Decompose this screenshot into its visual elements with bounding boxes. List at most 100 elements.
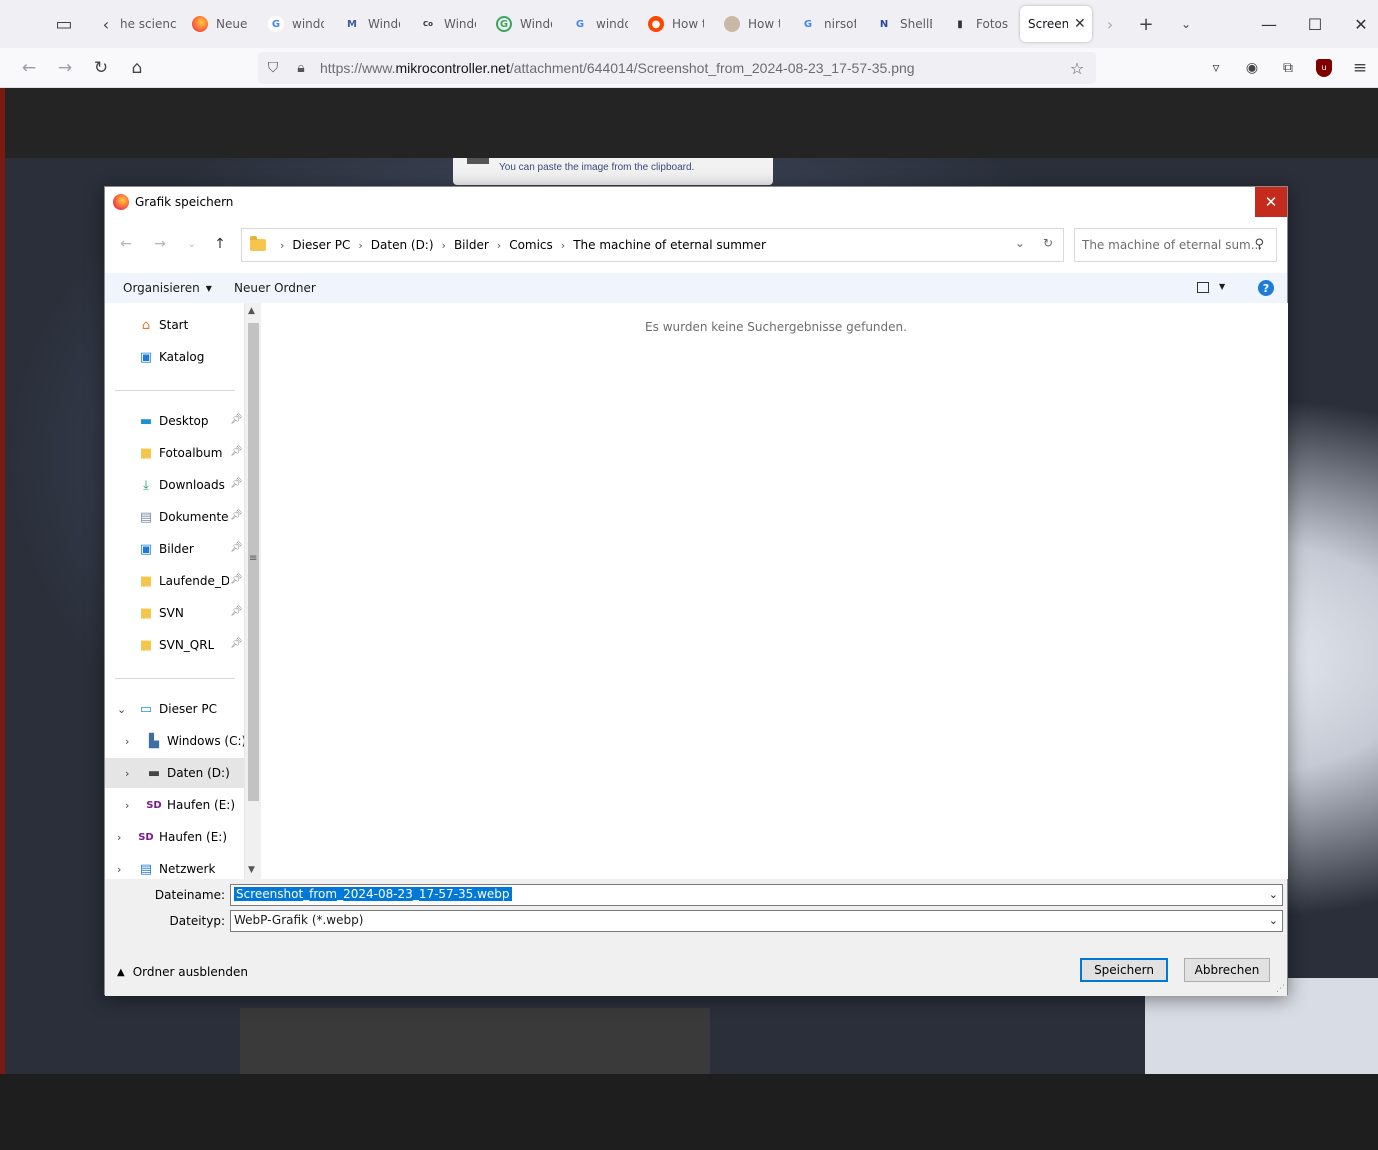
chevron-right-icon[interactable]: › <box>117 863 121 876</box>
recent-locations-icon[interactable]: ⌄ <box>181 233 203 255</box>
nav-item-svn[interactable]: ■ SVN 📌︎ <box>105 598 244 628</box>
nav-item-daten-d[interactable]: › ▬ Daten (D:) <box>105 758 244 788</box>
chevron-right-icon[interactable]: › <box>280 239 284 252</box>
new-tab-icon[interactable]: + <box>1132 10 1160 38</box>
account-icon[interactable]: ◉ <box>1238 54 1266 82</box>
browser-tab[interactable]: ● How t <box>642 6 704 42</box>
window-close-icon[interactable]: ✕ <box>1338 0 1378 48</box>
chevron-right-icon[interactable]: › <box>125 799 129 812</box>
pin-icon: 📌︎ <box>230 606 243 617</box>
nav-item-bilder[interactable]: ▣ Bilder 📌︎ <box>105 534 244 564</box>
firefox-view-icon[interactable]: ▭ <box>50 10 78 38</box>
nav-item-dieser-pc[interactable]: ⌄ ▭ Dieser PC <box>105 694 244 724</box>
nav-item-start[interactable]: ⌂ Start <box>105 310 244 340</box>
browser-tab[interactable]: he scienc <box>114 6 176 42</box>
caret-down-icon[interactable]: ▼ <box>1219 282 1225 291</box>
chevron-right-icon[interactable]: › <box>497 239 501 252</box>
browser-tab[interactable]: Co Windo <box>414 6 476 42</box>
file-list[interactable]: Es wurden keine Suchergebnisse gefunden. <box>261 303 1288 879</box>
lock-icon[interactable]: 🔒︎ <box>292 59 310 77</box>
chevron-down-icon[interactable]: ⌄ <box>1269 888 1278 901</box>
breadcrumb-segment[interactable]: Dieser PC <box>292 238 350 252</box>
breadcrumb[interactable]: › Dieser PC › Daten (D:) › Bilder › Comi… <box>241 228 1064 262</box>
search-input[interactable]: The machine of eternal sum... ⚲ <box>1074 228 1277 262</box>
browser-tab[interactable]: N ShellE <box>870 6 932 42</box>
list-tabs-icon[interactable]: ⌄ <box>1172 10 1200 38</box>
browser-tab[interactable]: M Windo <box>338 6 400 42</box>
tab-scroll-right-icon[interactable]: › <box>1096 10 1124 38</box>
view-icon[interactable] <box>1197 282 1209 293</box>
forward-icon[interactable]: → <box>149 233 171 255</box>
nav-scrollbar[interactable]: ▲ ≡ ▼ <box>244 303 261 879</box>
folder-icon: ■ <box>139 605 153 621</box>
filename-field[interactable]: Screenshot_from_2024-08-23_17-57-35.webp… <box>230 884 1283 906</box>
nav-item-haufen-e[interactable]: › SD Haufen (E:) <box>105 790 244 820</box>
scroll-down-icon[interactable]: ▼ <box>248 865 255 875</box>
organize-button[interactable]: Organisieren ▼ <box>123 281 212 295</box>
breadcrumb-segment[interactable]: Comics <box>509 238 553 252</box>
reload-icon[interactable]: ↻ <box>87 54 115 82</box>
nav-item-fotoalbum[interactable]: ■ Fotoalbum 📌︎ <box>105 438 244 468</box>
dialog-title-bar[interactable]: Grafik speichern ✕ <box>105 187 1287 217</box>
dialog-close-button[interactable]: ✕ <box>1255 187 1287 217</box>
nav-item-desktop[interactable]: ▬ Desktop 📌︎ <box>105 406 244 436</box>
shield-icon[interactable]: ⛉ <box>264 59 282 77</box>
chevron-down-icon[interactable]: ⌄ <box>117 703 126 716</box>
nav-item-windows-c[interactable]: › ▙ Windows (C:) <box>105 726 244 756</box>
filetype-select[interactable]: WebP-Grafik (*.webp) ⌄ <box>230 910 1283 932</box>
browser-tab-active[interactable]: Screens ✕ <box>1020 6 1092 42</box>
hide-folders-toggle[interactable]: ▲ Ordner ausblenden <box>117 965 248 979</box>
breadcrumb-segment[interactable]: The machine of eternal summer <box>573 238 766 252</box>
scroll-up-icon[interactable]: ▲ <box>248 306 255 316</box>
chevron-right-icon[interactable]: › <box>125 767 129 780</box>
browser-tab[interactable]: Neuer <box>186 6 248 42</box>
breadcrumb-segment[interactable]: Bilder <box>454 238 489 252</box>
maximize-icon[interactable]: ☐ <box>1292 0 1338 48</box>
filename-value[interactable]: Screenshot_from_2024-08-23_17-57-35.webp <box>234 887 512 901</box>
browser-tab[interactable]: Gwindo <box>262 6 324 42</box>
resize-grip-icon[interactable]: ⋰ <box>1276 984 1285 994</box>
nav-item-dokumente[interactable]: ▤ Dokumente 📌︎ <box>105 502 244 532</box>
nav-item-laufende-da[interactable]: ■ Laufende_Da 📌︎ <box>105 566 244 596</box>
back-icon[interactable]: ← <box>15 54 43 82</box>
url-bar[interactable]: ⛉ 🔒︎ https://www.mikrocontroller.net/att… <box>258 52 1096 84</box>
search-icon[interactable]: ⚲ <box>1254 237 1264 252</box>
chevron-down-icon[interactable]: ⌄ <box>1015 236 1025 250</box>
nav-item-haufen-e-2[interactable]: › SD Haufen (E:) <box>105 822 244 852</box>
chevron-right-icon[interactable]: › <box>358 239 362 252</box>
refresh-icon[interactable]: ↻ <box>1043 236 1053 250</box>
chevron-right-icon[interactable]: › <box>561 239 565 252</box>
browser-tab[interactable]: Gnirsof <box>794 6 856 42</box>
extensions-icon[interactable]: ⧉ <box>1274 54 1302 82</box>
bookmark-star-icon[interactable]: ☆ <box>1068 59 1086 78</box>
cancel-button[interactable]: Abbrechen <box>1184 958 1270 982</box>
minimize-icon[interactable]: — <box>1246 0 1292 48</box>
save-button[interactable]: Speichern <box>1080 958 1168 982</box>
back-icon[interactable]: ← <box>115 233 137 255</box>
home-icon[interactable]: ⌂ <box>123 54 151 82</box>
nav-item-katalog[interactable]: ▣ Katalog <box>105 342 244 372</box>
nav-item-svn-qrl[interactable]: ■ SVN_QRL 📌︎ <box>105 630 244 660</box>
tab-close-icon[interactable]: ✕ <box>1074 16 1086 32</box>
chevron-right-icon[interactable]: › <box>442 239 446 252</box>
ublock-icon[interactable]: u <box>1310 54 1338 82</box>
browser-tab[interactable]: G Windo <box>490 6 552 42</box>
browser-tab[interactable]: How t <box>718 6 780 42</box>
up-folder-icon[interactable]: ↑ <box>209 233 231 255</box>
nav-item-downloads[interactable]: ⤓ Downloads 📌︎ <box>105 470 244 500</box>
forward-icon[interactable]: → <box>51 54 79 82</box>
help-icon[interactable]: ? <box>1258 280 1274 296</box>
new-folder-button[interactable]: Neuer Ordner <box>234 281 316 295</box>
computer-icon: ▭ <box>139 701 153 717</box>
browser-tab[interactable]: ▮ Fotos <box>946 6 1008 42</box>
chevron-right-icon[interactable]: › <box>125 735 129 748</box>
pocket-icon[interactable]: ▿ <box>1202 54 1230 82</box>
url-text[interactable]: https://www.mikrocontroller.net/attachme… <box>320 60 915 76</box>
filetype-label: Dateityp: <box>169 914 225 928</box>
breadcrumb-segment[interactable]: Daten (D:) <box>371 238 434 252</box>
chevron-right-icon[interactable]: › <box>117 831 121 844</box>
nav-item-netzwerk[interactable]: › ▤ Netzwerk <box>105 854 244 879</box>
chevron-down-icon[interactable]: ⌄ <box>1269 914 1278 927</box>
menu-icon[interactable]: ≡ <box>1346 54 1374 82</box>
browser-tab[interactable]: Gwindo <box>566 6 628 42</box>
